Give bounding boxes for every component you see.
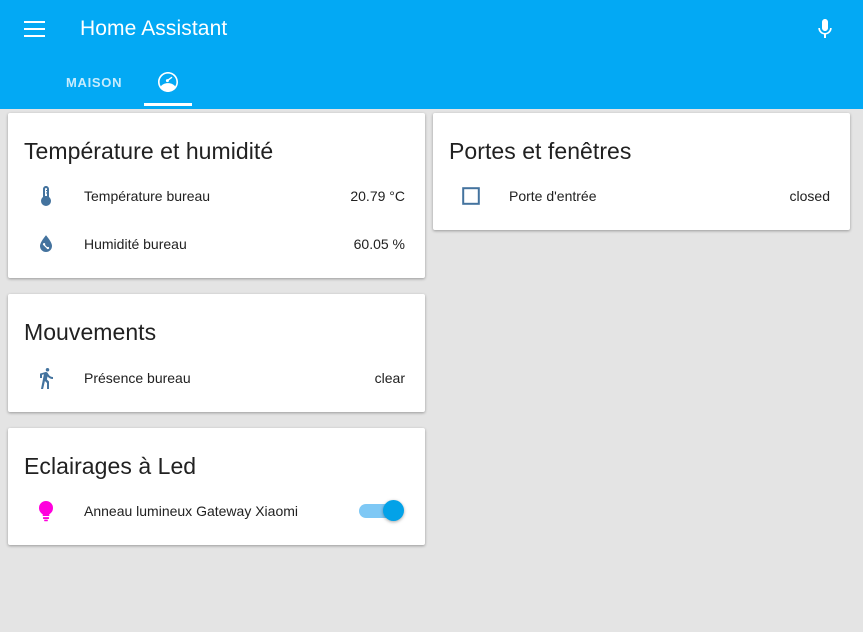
tab-gauge-underline bbox=[144, 103, 193, 106]
card-portes-et-fenetres: Portes et fenêtres Porte d'entrée closed bbox=[433, 113, 850, 231]
column-left: Température et humidité Température bure… bbox=[4, 113, 429, 561]
hamburger-menu-icon-bar-3 bbox=[23, 35, 45, 38]
view-tabs: MAISON bbox=[0, 58, 863, 109]
gauge-icon bbox=[156, 70, 180, 94]
hamburger-menu-button[interactable] bbox=[16, 11, 52, 47]
hamburger-menu-icon-bar-1 bbox=[23, 20, 45, 23]
entity-state: closed bbox=[789, 188, 830, 205]
entity-row-porte-d-entree[interactable]: Porte d'entrée closed bbox=[449, 172, 834, 220]
card-mouvements: Mouvements Présence bureau clear bbox=[8, 294, 425, 412]
tab-gauge[interactable] bbox=[132, 58, 204, 106]
column-right: Portes et fenêtres Porte d'entrée closed bbox=[429, 113, 854, 246]
dashboard-content: Température et humidité Température bure… bbox=[0, 109, 863, 632]
tab-maison-label: MAISON bbox=[66, 74, 123, 90]
toggle-thumb bbox=[383, 499, 404, 521]
entity-name: Présence bureau bbox=[84, 369, 191, 386]
card-title: Mouvements bbox=[24, 319, 157, 346]
app-toolbar: Home Assistant MAISON bbox=[0, 0, 863, 109]
entity-name: Anneau lumineux Gateway Xiaomi bbox=[84, 502, 299, 519]
card-title: Eclairages à Led bbox=[24, 452, 197, 479]
hamburger-menu-icon-bar-2 bbox=[23, 28, 45, 30]
entity-row-humidite-bureau[interactable]: Humidité bureau 60.05 % bbox=[24, 220, 409, 268]
microphone-icon bbox=[818, 19, 832, 38]
lightbulb-icon bbox=[26, 499, 66, 523]
entity-name: Température bureau bbox=[84, 188, 211, 205]
thermometer-icon bbox=[26, 184, 66, 208]
card-temperature-humidite: Température et humidité Température bure… bbox=[8, 113, 425, 279]
entity-state: clear bbox=[374, 369, 405, 386]
entity-name: Porte d'entrée bbox=[509, 188, 597, 205]
walk-icon bbox=[26, 366, 66, 390]
entity-row-temperature-bureau[interactable]: Température bureau 20.79 °C bbox=[24, 172, 409, 220]
voice-assistant-button[interactable] bbox=[805, 9, 845, 49]
entity-row-anneau-lumineux-gateway-xiaomi[interactable]: Anneau lumineux Gateway Xiaomi bbox=[24, 487, 409, 535]
entity-toggle-switch[interactable] bbox=[357, 499, 407, 523]
card-eclairages-a-led: Eclairages à Led Anneau lumineux Gateway… bbox=[8, 427, 425, 545]
entity-name: Humidité bureau bbox=[84, 236, 187, 253]
card-title: Température et humidité bbox=[24, 138, 274, 164]
page-title: Home Assistant bbox=[80, 17, 228, 40]
square-outline-icon bbox=[451, 184, 491, 208]
tab-maison[interactable]: MAISON bbox=[56, 58, 132, 106]
water-percent-icon bbox=[26, 232, 66, 256]
card-title: Portes et fenêtres bbox=[449, 138, 632, 164]
entity-row-presence-bureau[interactable]: Présence bureau clear bbox=[24, 354, 409, 402]
entity-state: 20.79 °C bbox=[350, 188, 405, 205]
toolbar-top-row: Home Assistant bbox=[0, 0, 863, 58]
entity-state: 60.05 % bbox=[353, 236, 405, 253]
